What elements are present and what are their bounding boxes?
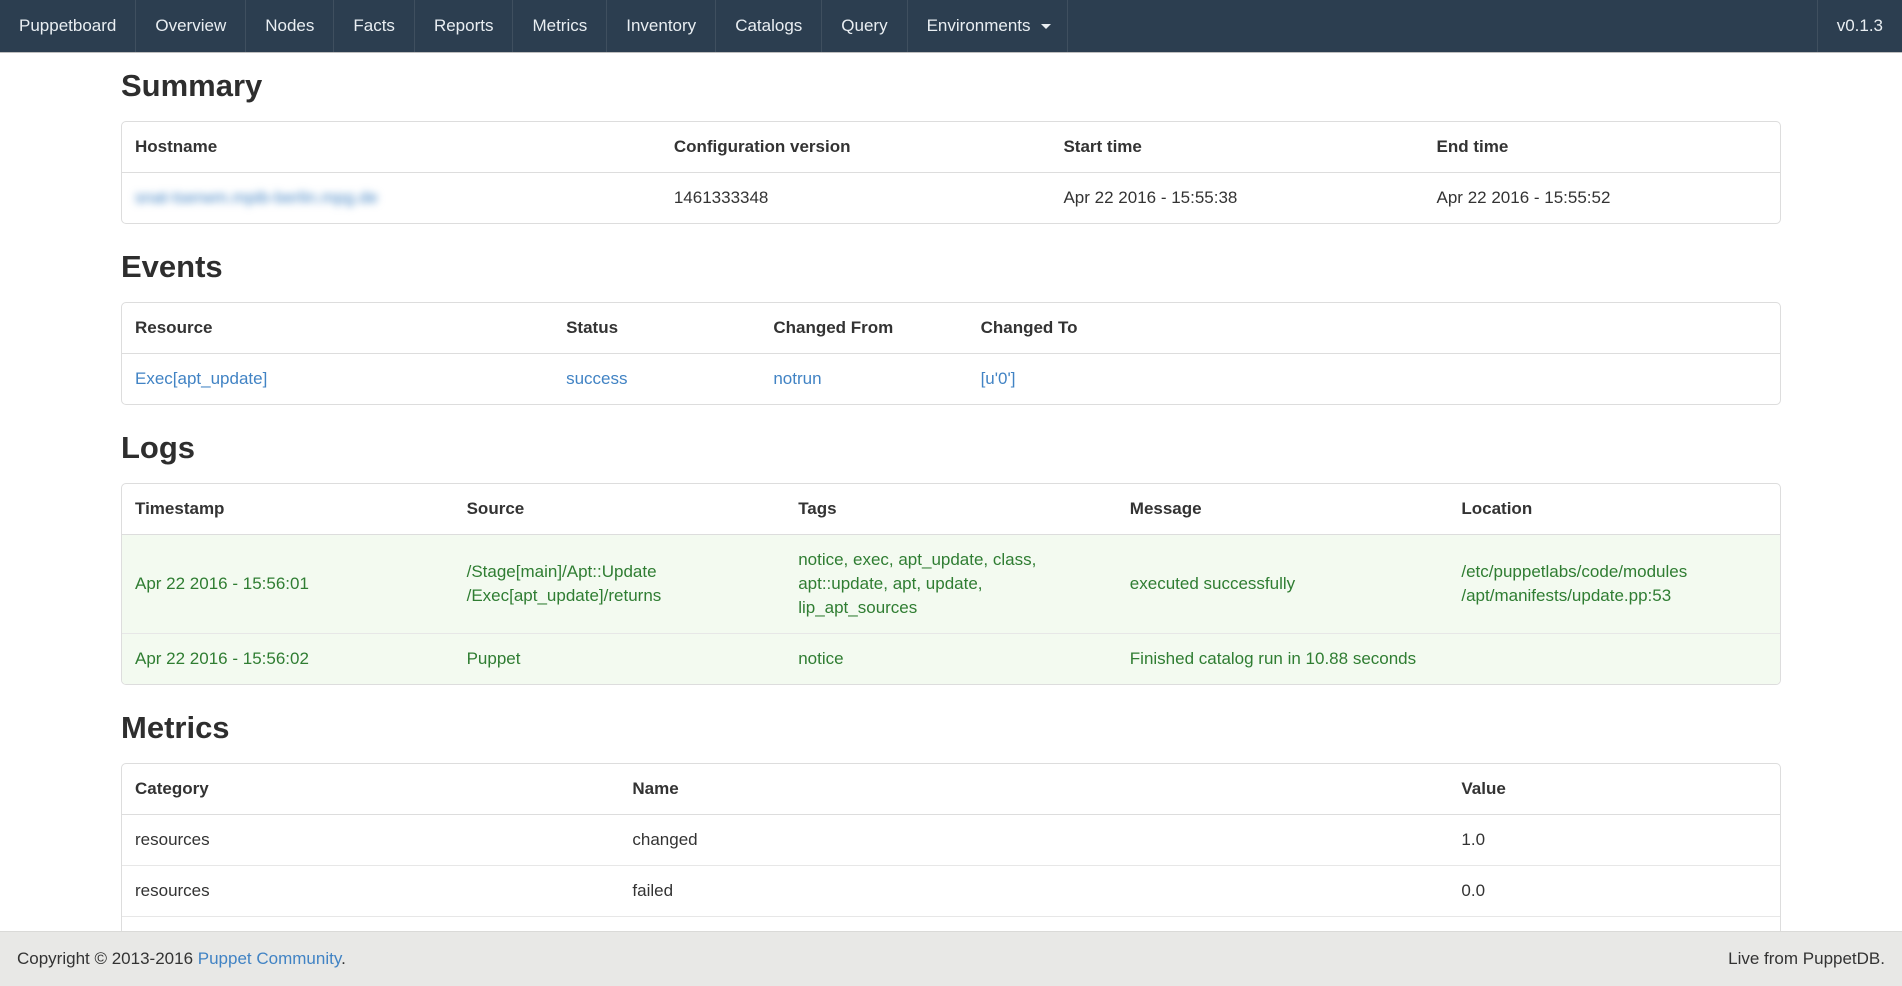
- puppet-community-link[interactable]: Puppet Community: [198, 949, 341, 968]
- footer-copyright-prefix: Copyright © 2013-2016: [17, 949, 198, 968]
- footer-source-note: Live from PuppetDB.: [1728, 949, 1885, 969]
- log-tags: notice, exec, apt_update, class, apt::up…: [785, 535, 1117, 634]
- chevron-down-icon: [1041, 24, 1051, 29]
- events-panel: Resource Status Changed From Changed To …: [121, 302, 1781, 405]
- event-resource-link[interactable]: Exec[apt_update]: [135, 369, 267, 388]
- metric-category: resources: [122, 866, 619, 917]
- summary-table: Hostname Configuration version Start tim…: [122, 122, 1780, 223]
- metrics-col-category: Category: [122, 764, 619, 815]
- main-content: Summary Hostname Configuration version S…: [121, 52, 1781, 968]
- footer: Copyright © 2013-2016 Puppet Community. …: [0, 931, 1902, 986]
- events-section-title: Events: [121, 250, 1781, 284]
- events-col-status: Status: [553, 303, 760, 354]
- summary-config-version-value: 1461333348: [661, 173, 1051, 224]
- nav-item-catalogs[interactable]: Catalogs: [715, 0, 821, 52]
- summary-end-time-value: Apr 22 2016 - 15:55:52: [1424, 173, 1780, 224]
- logs-header-row: Timestamp Source Tags Message Location: [122, 484, 1780, 535]
- logs-col-location: Location: [1448, 484, 1780, 535]
- nav-item-nodes[interactable]: Nodes: [245, 0, 333, 52]
- navbar-links: Puppetboard Overview Nodes Facts Reports…: [0, 0, 1068, 52]
- metrics-col-value: Value: [1448, 764, 1780, 815]
- metrics-section-title: Metrics: [121, 711, 1781, 745]
- event-changed-to-link[interactable]: [u'0']: [981, 369, 1016, 388]
- events-col-changed-from: Changed From: [760, 303, 967, 354]
- log-location: /etc/puppetlabs/code/modules /apt/manife…: [1448, 535, 1780, 634]
- nav-item-environments-dropdown[interactable]: Environments: [907, 0, 1068, 52]
- metric-value: 1.0: [1448, 815, 1780, 866]
- logs-panel: Timestamp Source Tags Message Location A…: [121, 483, 1781, 685]
- logs-col-message: Message: [1117, 484, 1449, 535]
- navbar-right: v0.1.3: [1817, 0, 1902, 52]
- metric-value: 0.0: [1448, 866, 1780, 917]
- log-source: Puppet: [454, 634, 786, 685]
- log-timestamp: Apr 22 2016 - 15:56:02: [122, 634, 454, 685]
- log-timestamp: Apr 22 2016 - 15:56:01: [122, 535, 454, 634]
- log-tags: notice: [785, 634, 1117, 685]
- logs-col-tags: Tags: [785, 484, 1117, 535]
- events-col-changed-to: Changed To: [968, 303, 1780, 354]
- events-header-row: Resource Status Changed From Changed To: [122, 303, 1780, 354]
- summary-col-start-time: Start time: [1050, 122, 1423, 173]
- metric-name: failed: [619, 866, 1448, 917]
- events-row: Exec[apt_update] success notrun [u'0']: [122, 354, 1780, 405]
- summary-col-hostname: Hostname: [122, 122, 661, 173]
- nav-item-overview[interactable]: Overview: [135, 0, 245, 52]
- log-source: /Stage[main]/Apt::Update /Exec[apt_updat…: [454, 535, 786, 634]
- footer-copyright: Copyright © 2013-2016 Puppet Community.: [17, 949, 346, 969]
- summary-start-time-value: Apr 22 2016 - 15:55:38: [1050, 173, 1423, 224]
- summary-hostname-link[interactable]: snat-tserwm.mpib-berlin.mpg.de: [135, 188, 378, 207]
- nav-item-reports[interactable]: Reports: [414, 0, 513, 52]
- metric-row: resources failed 0.0: [122, 866, 1780, 917]
- metric-category: resources: [122, 815, 619, 866]
- logs-col-timestamp: Timestamp: [122, 484, 454, 535]
- summary-row: snat-tserwm.mpib-berlin.mpg.de 146133334…: [122, 173, 1780, 224]
- summary-section-title: Summary: [121, 69, 1781, 103]
- nav-item-facts[interactable]: Facts: [333, 0, 414, 52]
- event-changed-from-link[interactable]: notrun: [773, 369, 821, 388]
- metric-row: resources changed 1.0: [122, 815, 1780, 866]
- nav-environments-label: Environments: [927, 16, 1031, 36]
- logs-section-title: Logs: [121, 431, 1781, 465]
- nav-item-query[interactable]: Query: [821, 0, 906, 52]
- logs-table: Timestamp Source Tags Message Location A…: [122, 484, 1780, 684]
- summary-panel: Hostname Configuration version Start tim…: [121, 121, 1781, 224]
- summary-col-config-version: Configuration version: [661, 122, 1051, 173]
- log-message: Finished catalog run in 10.88 seconds: [1117, 634, 1449, 685]
- summary-header-row: Hostname Configuration version Start tim…: [122, 122, 1780, 173]
- events-table: Resource Status Changed From Changed To …: [122, 303, 1780, 404]
- metrics-col-name: Name: [619, 764, 1448, 815]
- logs-col-source: Source: [454, 484, 786, 535]
- metric-name: changed: [619, 815, 1448, 866]
- navbar: Puppetboard Overview Nodes Facts Reports…: [0, 0, 1902, 52]
- nav-item-inventory[interactable]: Inventory: [606, 0, 715, 52]
- metrics-header-row: Category Name Value: [122, 764, 1780, 815]
- nav-item-metrics[interactable]: Metrics: [512, 0, 606, 52]
- events-col-resource: Resource: [122, 303, 553, 354]
- log-message: executed successfully: [1117, 535, 1449, 634]
- navbar-version-badge: v0.1.3: [1817, 0, 1902, 52]
- log-row: Apr 22 2016 - 15:56:01 /Stage[main]/Apt:…: [122, 535, 1780, 634]
- summary-col-end-time: End time: [1424, 122, 1780, 173]
- footer-copyright-suffix: .: [341, 949, 346, 968]
- log-row: Apr 22 2016 - 15:56:02 Puppet notice Fin…: [122, 634, 1780, 685]
- event-status-link[interactable]: success: [566, 369, 627, 388]
- log-location: [1448, 634, 1780, 685]
- nav-brand-puppetboard[interactable]: Puppetboard: [0, 0, 135, 52]
